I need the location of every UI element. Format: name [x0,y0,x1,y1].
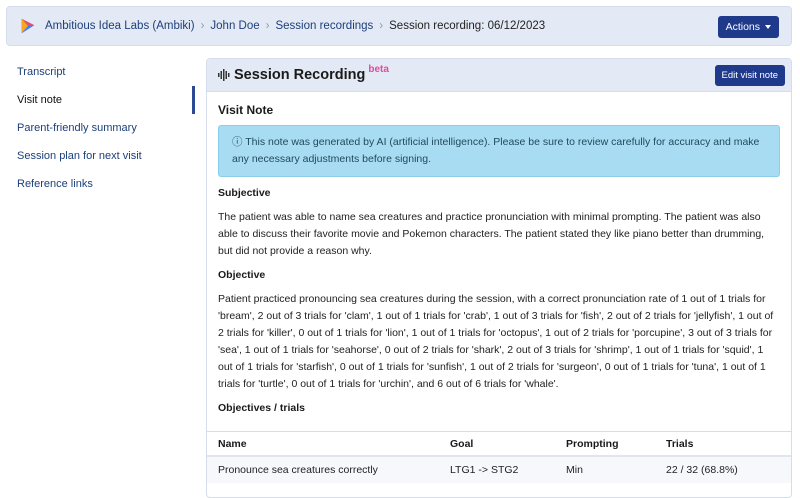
visit-note-content: Visit Note ⓘ This note was generated by … [207,92,791,417]
col-name-header: Name [218,437,247,450]
subjective-heading: Subjective [218,187,271,199]
objective-heading: Objective [218,269,266,281]
col-goal-header: Goal [450,437,474,450]
sidebar-item-transcript[interactable]: Transcript [6,58,195,86]
sidebar-item-reference-links[interactable]: Reference links [6,170,195,198]
objectives-table: Name Goal Prompting Trials Pronounce sea… [207,431,791,483]
objectives-trials-heading: Objectives / trials [218,402,305,414]
actions-label: Actions [725,21,760,33]
breadcrumb-patient[interactable]: John Doe [210,20,259,32]
table-header: Name Goal Prompting Trials [207,431,791,457]
sidebar-item-session-plan[interactable]: Session plan for next visit [6,142,195,170]
top-bar: Ambitious Idea Labs (Ambiki) › John Doe … [6,6,792,46]
col-prompting-header: Prompting [566,437,619,450]
table-row[interactable]: Pronounce sea creatures correctly LTG1 -… [207,457,791,483]
ambiki-logo-icon[interactable] [19,17,37,35]
breadcrumb-session-recordings[interactable]: Session recordings [275,20,373,32]
panel-header: Session Recording beta Edit visit note [207,59,791,92]
objective-text: Patient practiced pronouncing sea creatu… [218,293,774,390]
row-trials: 22 / 32 (68.8%) [666,464,738,476]
sidebar: Transcript Visit note Parent-friendly su… [6,58,195,198]
actions-button[interactable]: Actions [717,16,779,38]
chevron-down-icon [765,25,771,29]
beta-badge: beta [368,63,389,75]
subjective-text: The patient was able to name sea creatur… [218,211,765,257]
breadcrumb-org[interactable]: Ambitious Idea Labs (Ambiki) [45,20,195,32]
session-recording-panel: Session Recording beta Edit visit note V… [206,58,792,498]
breadcrumb: Ambitious Idea Labs (Ambiki) › John Doe … [45,20,546,32]
audio-wave-icon [218,69,230,81]
ai-notice-alert: ⓘ This note was generated by AI (artific… [218,125,780,177]
row-goal: LTG1 -> STG2 [450,464,519,476]
sidebar-item-visit-note[interactable]: Visit note [6,86,195,114]
row-prompting: Min [566,464,583,476]
row-name: Pronounce sea creatures correctly [218,464,378,476]
edit-visit-note-button[interactable]: Edit visit note [714,65,785,86]
breadcrumb-current: Session recording: 06/12/2023 [389,20,546,32]
sidebar-item-parent-summary[interactable]: Parent-friendly summary [6,114,195,142]
visit-note-title: Visit Note [218,103,274,117]
col-trials-header: Trials [666,437,694,450]
panel-title: Session Recording [234,67,366,83]
